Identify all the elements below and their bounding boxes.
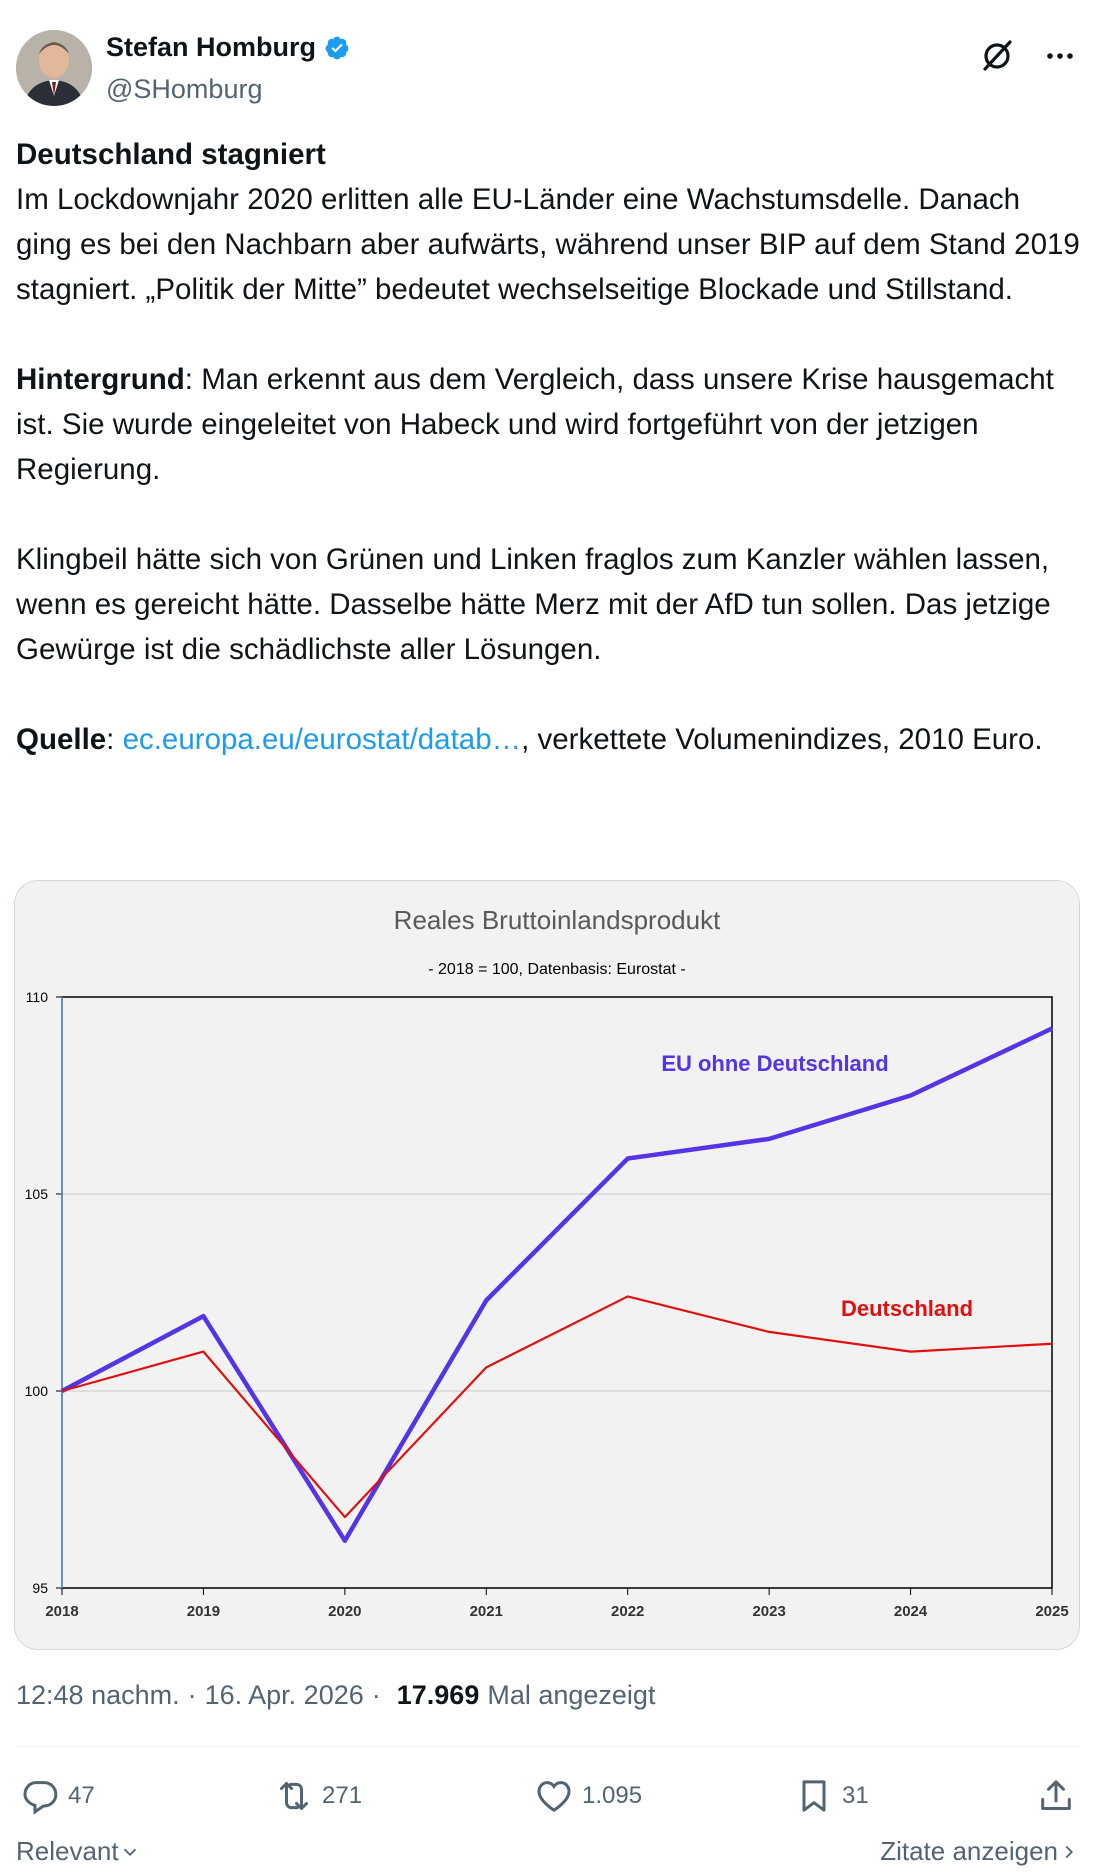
plot-frame — [61, 996, 1053, 1589]
data-point — [485, 1299, 487, 1301]
heart-icon — [537, 1781, 571, 1812]
x-tick-label: 2018 — [45, 1603, 78, 1620]
action-bar: 47 271 1.095 31 — [16, 1768, 1080, 1824]
chevron-right-icon — [1065, 1845, 1074, 1858]
chart-title: Reales Bruttoinlandsprodukt — [394, 905, 721, 935]
x-tick-label: 2025 — [1035, 1603, 1068, 1620]
tweet-paragraph-3: Klingbeil hätte sich von Grünen und Link… — [16, 543, 1051, 666]
meta-separator: · — [187, 1680, 197, 1710]
tweet-time[interactable]: 12:48 nachm. — [16, 1680, 180, 1711]
data-point — [910, 1351, 912, 1353]
gdp-chart: Reales Bruttoinlandsprodukt - 2018 = 100,… — [25, 905, 1069, 1620]
data-point — [768, 1138, 770, 1140]
bookmark-count: 31 — [842, 1782, 869, 1809]
share-icon — [1041, 1780, 1071, 1810]
data-point — [344, 1516, 346, 1518]
source-colon: : — [106, 723, 123, 756]
reply-count: 47 — [68, 1782, 95, 1809]
chart-subtitle: - 2018 = 100, Datenbasis: Eurostat - — [428, 961, 685, 978]
data-point — [1051, 1028, 1053, 1030]
tweet-meta: 12:48 nachm. · 16. Apr. 2026 · 17.969 Ma… — [16, 1680, 655, 1711]
data-point — [1051, 1343, 1053, 1345]
bookmark-button[interactable]: 31 — [794, 1768, 869, 1824]
data-point — [344, 1540, 346, 1542]
x-tick-label: 2021 — [470, 1603, 503, 1620]
views-label: Mal angezeigt — [487, 1680, 656, 1710]
like-button[interactable]: 1.095 — [534, 1768, 642, 1824]
view-quotes-label: Zitate anzeigen — [880, 1836, 1058, 1866]
source-rest: , verkettete Volumenindizes, 2010 Euro. — [521, 723, 1043, 756]
x-tick-label: 2024 — [894, 1603, 928, 1620]
tweet-image[interactable]: Reales Bruttoinlandsprodukt - 2018 = 100,… — [14, 880, 1080, 1650]
source-label: Quelle — [16, 723, 107, 756]
data-point — [768, 1331, 770, 1333]
data-point — [202, 1351, 204, 1353]
series-line — [60, 1026, 1053, 1543]
tweet-paragraph-1: Im Lockdownjahr 2020 erlitten alle EU-Lä… — [16, 183, 1080, 306]
x-tick-label: 2019 — [187, 1603, 220, 1620]
divider — [16, 1746, 1080, 1747]
grok-icon[interactable] — [978, 36, 1018, 76]
tweet-headline: Deutschland stagniert — [16, 138, 326, 171]
repost-icon — [280, 1782, 308, 1810]
y-tick-label: 95 — [32, 1580, 48, 1596]
series-label: Deutschland — [841, 1296, 973, 1321]
tweet-header: Stefan Homburg @SHomburg — [16, 30, 1080, 110]
avatar[interactable] — [16, 30, 92, 106]
author-handle[interactable]: @SHomburg — [106, 74, 262, 105]
verified-badge-icon[interactable] — [324, 35, 350, 61]
reply-button[interactable]: 47 — [20, 1768, 95, 1824]
background-label: Hintergrund — [16, 363, 185, 396]
y-tick-label: 100 — [25, 1383, 49, 1399]
tweet-source: Quelle: ec.europa.eu/eurostat/datab…, ve… — [16, 717, 1080, 762]
source-link[interactable]: ec.europa.eu/eurostat/datab… — [123, 723, 522, 756]
tweet-paragraph-2: Hintergrund: Man erkennt aus dem Verglei… — [16, 357, 1080, 492]
data-point — [202, 1315, 204, 1317]
author-name[interactable]: Stefan Homburg — [106, 32, 316, 63]
data-point — [61, 1390, 63, 1392]
series-label: EU ohne Deutschland — [661, 1051, 888, 1076]
data-point — [910, 1095, 912, 1096]
bookmark-icon — [802, 1780, 826, 1812]
tweet-date[interactable]: 16. Apr. 2026 — [205, 1680, 364, 1711]
y-tick-label: 110 — [26, 989, 49, 1005]
data-point — [485, 1366, 487, 1368]
chevron-down-icon — [123, 1848, 136, 1856]
data-point — [627, 1295, 629, 1297]
sort-label: Relevant — [16, 1836, 119, 1866]
reply-controls: Relevant Zitate anzeigen — [16, 1836, 1080, 1872]
like-count: 1.095 — [582, 1782, 643, 1809]
views-count: 17.969 — [396, 1680, 480, 1710]
share-button[interactable] — [1036, 1768, 1084, 1824]
view-quotes-link[interactable]: Zitate anzeigen — [880, 1836, 1080, 1867]
repost-count: 271 — [322, 1782, 363, 1809]
y-tick-label: 105 — [25, 1186, 49, 1202]
tweet-text: Deutschland stagniert Im Lockdownjahr 20… — [16, 132, 1080, 762]
meta-separator: · — [371, 1680, 381, 1710]
data-point — [627, 1158, 629, 1160]
reply-icon — [23, 1781, 58, 1815]
sort-dropdown[interactable]: Relevant — [16, 1836, 141, 1867]
more-options-icon[interactable] — [1040, 36, 1080, 76]
x-tick-label: 2023 — [752, 1603, 785, 1620]
repost-button[interactable]: 271 — [274, 1768, 362, 1824]
x-tick-label: 2020 — [328, 1603, 361, 1620]
x-tick-label: 2022 — [611, 1603, 644, 1620]
